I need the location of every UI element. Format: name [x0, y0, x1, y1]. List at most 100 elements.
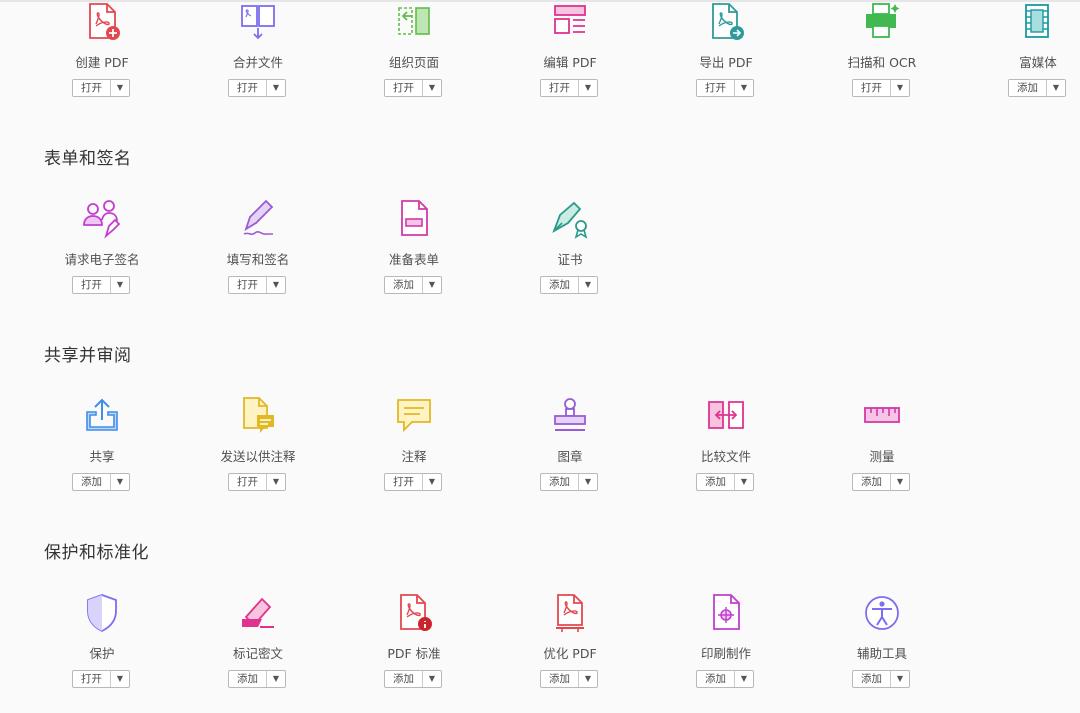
tool-redact[interactable]: 标记密文 添加 ▼ [180, 593, 336, 713]
add-button[interactable]: 添加 ▼ [540, 473, 598, 491]
share-icon[interactable] [82, 396, 122, 436]
open-button[interactable]: 打开 ▼ [72, 276, 130, 294]
tools-row-forms-signatures: 请求电子签名 打开 ▼ 填写和签名 打开 ▼ 准备表单 添加 ▼ 证书 添加 ▼ [24, 199, 1080, 319]
tool-request-esignature[interactable]: 请求电子签名 打开 ▼ [24, 199, 180, 319]
open-button[interactable]: 打开 ▼ [540, 79, 598, 97]
add-button[interactable]: 添加 ▼ [384, 670, 442, 688]
measure-icon[interactable] [862, 396, 902, 436]
button-label: 打开 [237, 476, 258, 488]
open-button[interactable]: 打开 ▼ [384, 79, 442, 97]
add-button[interactable]: 添加 ▼ [228, 670, 286, 688]
add-button[interactable]: 添加 ▼ [696, 670, 754, 688]
tool-rich-media[interactable]: 富媒体 添加 ▼ [960, 2, 1080, 122]
add-button[interactable]: 添加 ▼ [852, 670, 910, 688]
chevron-down-icon[interactable]: ▼ [423, 80, 441, 96]
tool-measure[interactable]: 测量 添加 ▼ [804, 396, 960, 516]
edit-pdf-icon[interactable] [550, 2, 590, 42]
chevron-down-icon[interactable]: ▼ [579, 671, 597, 687]
add-button[interactable]: 添加 ▼ [852, 473, 910, 491]
tool-print-production[interactable]: 印刷制作 添加 ▼ [648, 593, 804, 713]
chevron-down-icon[interactable]: ▼ [111, 671, 129, 687]
chevron-down-icon[interactable]: ▼ [267, 277, 285, 293]
create-pdf-icon[interactable] [82, 2, 122, 42]
add-button[interactable]: 添加 ▼ [72, 473, 130, 491]
button-label: 添加 [861, 673, 882, 685]
open-button[interactable]: 打开 ▼ [72, 79, 130, 97]
button-label: 添加 [81, 476, 102, 488]
prepare-form-icon[interactable] [394, 199, 434, 239]
tool-protect[interactable]: 保护 打开 ▼ [24, 593, 180, 713]
tool-label: 准备表单 [388, 252, 439, 267]
add-button[interactable]: 添加 ▼ [696, 473, 754, 491]
open-button[interactable]: 打开 ▼ [228, 276, 286, 294]
tool-share[interactable]: 共享 添加 ▼ [24, 396, 180, 516]
organize-pages-icon[interactable] [394, 2, 434, 42]
chevron-down-icon[interactable]: ▼ [423, 671, 441, 687]
fill-sign-icon[interactable] [238, 199, 278, 239]
chevron-down-icon[interactable]: ▼ [423, 277, 441, 293]
add-button[interactable]: 添加 ▼ [540, 670, 598, 688]
tool-send-for-comments[interactable]: 发送以供注释 打开 ▼ [180, 396, 336, 516]
chevron-down-icon[interactable]: ▼ [423, 474, 441, 490]
stamp-icon[interactable] [550, 396, 590, 436]
combine-files-icon[interactable] [238, 2, 278, 42]
tool-organize-pages[interactable]: 组织页面 打开 ▼ [336, 2, 492, 122]
chevron-down-icon[interactable]: ▼ [735, 671, 753, 687]
tool-label: 标记密文 [232, 646, 283, 661]
open-button[interactable]: 打开 ▼ [384, 473, 442, 491]
chevron-down-icon[interactable]: ▼ [579, 80, 597, 96]
chevron-down-icon[interactable]: ▼ [1047, 80, 1065, 96]
chevron-down-icon[interactable]: ▼ [267, 80, 285, 96]
chevron-down-icon[interactable]: ▼ [111, 474, 129, 490]
request-esign-icon[interactable] [82, 199, 122, 239]
compare-files-icon[interactable] [706, 396, 746, 436]
tool-combine-files[interactable]: 合并文件 打开 ▼ [180, 2, 336, 122]
export-pdf-icon[interactable] [706, 2, 746, 42]
protect-icon[interactable] [82, 593, 122, 633]
scan-ocr-icon[interactable] [862, 2, 902, 42]
chevron-down-icon[interactable]: ▼ [267, 474, 285, 490]
chevron-down-icon[interactable]: ▼ [735, 474, 753, 490]
tool-comment[interactable]: 注释 打开 ▼ [336, 396, 492, 516]
send-comment-icon[interactable] [238, 396, 278, 436]
pdf-standards-icon[interactable] [394, 593, 434, 633]
chevron-down-icon[interactable]: ▼ [735, 80, 753, 96]
chevron-down-icon[interactable]: ▼ [891, 671, 909, 687]
open-button[interactable]: 打开 ▼ [696, 79, 754, 97]
comment-icon[interactable] [394, 396, 434, 436]
open-button[interactable]: 打开 ▼ [228, 473, 286, 491]
tool-label: PDF 标准 [387, 646, 441, 661]
tool-scan-ocr[interactable]: 扫描和 OCR 打开 ▼ [804, 2, 960, 122]
certificate-icon[interactable] [550, 199, 590, 239]
tool-optimize-pdf[interactable]: 优化 PDF 添加 ▼ [492, 593, 648, 713]
print-production-icon[interactable] [706, 593, 746, 633]
add-button[interactable]: 添加 ▼ [384, 276, 442, 294]
tool-create-pdf[interactable]: 创建 PDF 打开 ▼ [24, 2, 180, 122]
chevron-down-icon[interactable]: ▼ [579, 474, 597, 490]
chevron-down-icon[interactable]: ▼ [579, 277, 597, 293]
chevron-down-icon[interactable]: ▼ [891, 474, 909, 490]
chevron-down-icon[interactable]: ▼ [111, 277, 129, 293]
add-button[interactable]: 添加 ▼ [1008, 79, 1066, 97]
open-button[interactable]: 打开 ▼ [72, 670, 130, 688]
tool-prepare-form[interactable]: 准备表单 添加 ▼ [336, 199, 492, 319]
tool-accessibility[interactable]: 辅助工具 添加 ▼ [804, 593, 960, 713]
accessibility-icon[interactable] [862, 593, 902, 633]
chevron-down-icon[interactable]: ▼ [267, 671, 285, 687]
open-button[interactable]: 打开 ▼ [228, 79, 286, 97]
tool-pdf-standards[interactable]: PDF 标准 添加 ▼ [336, 593, 492, 713]
tool-certificates[interactable]: 证书 添加 ▼ [492, 199, 648, 319]
redact-icon[interactable] [238, 593, 278, 633]
chevron-down-icon[interactable]: ▼ [111, 80, 129, 96]
add-button[interactable]: 添加 ▼ [540, 276, 598, 294]
tool-fill-sign[interactable]: 填写和签名 打开 ▼ [180, 199, 336, 319]
rich-media-icon[interactable] [1018, 2, 1058, 42]
optimize-pdf-icon[interactable] [550, 593, 590, 633]
tool-stamp[interactable]: 图章 添加 ▼ [492, 396, 648, 516]
open-button[interactable]: 打开 ▼ [852, 79, 910, 97]
tool-export-pdf[interactable]: 导出 PDF 打开 ▼ [648, 2, 804, 122]
button-label: 添加 [393, 673, 414, 685]
tool-edit-pdf[interactable]: 编辑 PDF 打开 ▼ [492, 2, 648, 122]
chevron-down-icon[interactable]: ▼ [891, 80, 909, 96]
tool-compare-files[interactable]: 比较文件 添加 ▼ [648, 396, 804, 516]
